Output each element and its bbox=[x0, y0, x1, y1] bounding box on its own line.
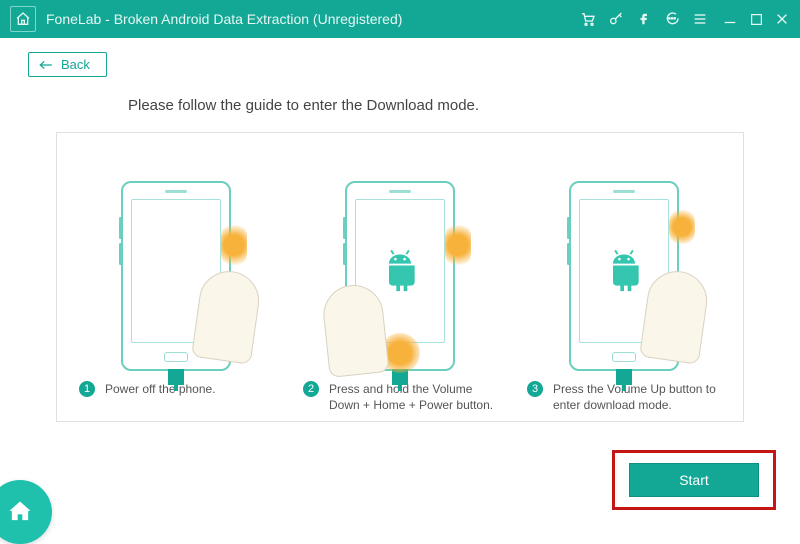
step-1-illustration bbox=[86, 151, 266, 371]
step-number: 2 bbox=[303, 381, 319, 397]
titlebar-actions bbox=[580, 11, 708, 27]
step-description: Press and hold the Volume Down + Home + … bbox=[329, 381, 497, 413]
floating-home-button[interactable] bbox=[0, 480, 52, 544]
step-3-illustration bbox=[534, 151, 714, 371]
step-description: Press the Volume Up button to enter down… bbox=[553, 381, 721, 413]
step-number: 1 bbox=[79, 381, 95, 397]
titlebar: FoneLab - Broken Android Data Extraction… bbox=[0, 0, 800, 38]
minimize-button[interactable] bbox=[722, 11, 738, 27]
maximize-button[interactable] bbox=[748, 11, 764, 27]
window-controls bbox=[722, 11, 790, 27]
app-home-icon[interactable] bbox=[10, 6, 36, 32]
feedback-icon[interactable] bbox=[664, 11, 680, 27]
menu-icon[interactable] bbox=[692, 11, 708, 27]
step-3: 3 Press the Volume Up button to enter do… bbox=[515, 151, 733, 413]
start-button[interactable]: Start bbox=[629, 463, 759, 497]
step-2-illustration bbox=[310, 151, 490, 371]
step-1: 1 Power off the phone. bbox=[67, 151, 285, 413]
key-icon[interactable] bbox=[608, 11, 624, 27]
step-number: 3 bbox=[527, 381, 543, 397]
back-button[interactable]: Back bbox=[28, 52, 107, 77]
cart-icon[interactable] bbox=[580, 11, 596, 27]
start-highlight-box: Start bbox=[612, 450, 776, 510]
step-2: 2 Press and hold the Volume Down + Home … bbox=[291, 151, 509, 413]
facebook-icon[interactable] bbox=[636, 11, 652, 27]
start-button-label: Start bbox=[679, 472, 709, 488]
window-title: FoneLab - Broken Android Data Extraction… bbox=[46, 11, 402, 27]
close-button[interactable] bbox=[774, 11, 790, 27]
content-area: Back Please follow the guide to enter th… bbox=[0, 38, 800, 422]
step-description: Power off the phone. bbox=[105, 381, 216, 397]
back-button-label: Back bbox=[61, 57, 90, 72]
instruction-text: Please follow the guide to enter the Dow… bbox=[128, 97, 772, 114]
guide-panel: 1 Power off the phone. bbox=[56, 132, 744, 422]
